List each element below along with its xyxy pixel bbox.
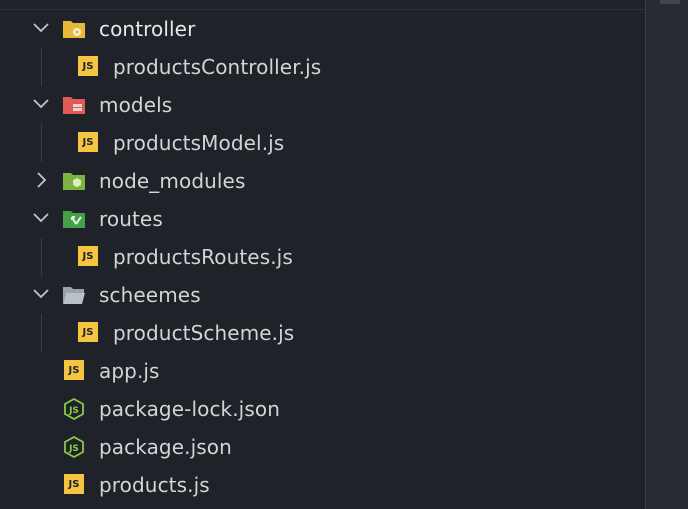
js-file-icon: JS bbox=[64, 360, 88, 382]
tree-item-node-modules[interactable]: node_modules bbox=[0, 162, 645, 200]
tree-item-package-lock[interactable]: JS package-lock.json bbox=[0, 390, 645, 428]
tree-item-label: products.js bbox=[99, 473, 210, 497]
folder-routes-icon bbox=[63, 211, 85, 228]
tree-item-package[interactable]: JS package.json bbox=[0, 428, 645, 466]
minimap-fragment bbox=[660, 0, 680, 4]
svg-text:JS: JS bbox=[68, 406, 79, 416]
svg-text:JS: JS bbox=[68, 444, 79, 454]
folder-models-icon bbox=[63, 97, 85, 114]
tree-item-label: package-lock.json bbox=[99, 397, 280, 421]
tree-item-label: app.js bbox=[99, 359, 160, 383]
nodejs-icon: JS bbox=[64, 398, 84, 420]
tree-item-label: scheemes bbox=[99, 283, 201, 307]
js-file-icon: JS bbox=[78, 56, 102, 78]
chevron-down-icon[interactable] bbox=[31, 18, 51, 38]
chevron-down-icon[interactable] bbox=[31, 94, 51, 114]
nodejs-icon: JS bbox=[64, 436, 84, 458]
tree-item-controller[interactable]: controller bbox=[0, 10, 645, 48]
tree-item-productScheme[interactable]: JS productScheme.js bbox=[0, 314, 645, 352]
tree-item-productsController[interactable]: JS productsController.js bbox=[0, 48, 645, 86]
folder-controller-icon bbox=[63, 21, 85, 38]
tree-item-scheemes[interactable]: scheemes bbox=[0, 276, 645, 314]
chevron-right-icon[interactable] bbox=[31, 170, 51, 190]
js-file-icon: JS bbox=[78, 322, 102, 344]
tree-item-label: productsController.js bbox=[113, 55, 322, 79]
tree-item-routes[interactable]: routes bbox=[0, 200, 645, 238]
tree-item-productsModel[interactable]: JS productsModel.js bbox=[0, 124, 645, 162]
tree-item-label: routes bbox=[99, 207, 163, 231]
tree-item-label: productScheme.js bbox=[113, 321, 295, 345]
tree-item-app[interactable]: JS app.js bbox=[0, 352, 645, 390]
js-file-icon: JS bbox=[64, 474, 88, 496]
folder-node-icon bbox=[63, 173, 85, 190]
tree-item-models[interactable]: models bbox=[0, 86, 645, 124]
tree-item-label: controller bbox=[99, 17, 196, 41]
tree-item-productsRoutes[interactable]: JS productsRoutes.js bbox=[0, 238, 645, 276]
folder-open-icon bbox=[63, 287, 85, 304]
editor-tab-strip-edge bbox=[0, 0, 645, 10]
chevron-down-icon[interactable] bbox=[31, 208, 51, 228]
chevron-down-icon[interactable] bbox=[31, 284, 51, 304]
tree-item-label: models bbox=[99, 93, 173, 117]
tree-item-label: node_modules bbox=[99, 169, 246, 193]
tree-item-label: package.json bbox=[99, 435, 232, 459]
js-file-icon: JS bbox=[78, 246, 102, 268]
tree-item-label: productsRoutes.js bbox=[113, 245, 293, 269]
editor-panel bbox=[645, 0, 688, 509]
tree-item-label: productsModel.js bbox=[113, 131, 285, 155]
js-file-icon: JS bbox=[78, 132, 102, 154]
tree-item-products[interactable]: JS products.js bbox=[0, 466, 645, 504]
file-explorer: controller JS productsController.js mode… bbox=[0, 10, 645, 509]
